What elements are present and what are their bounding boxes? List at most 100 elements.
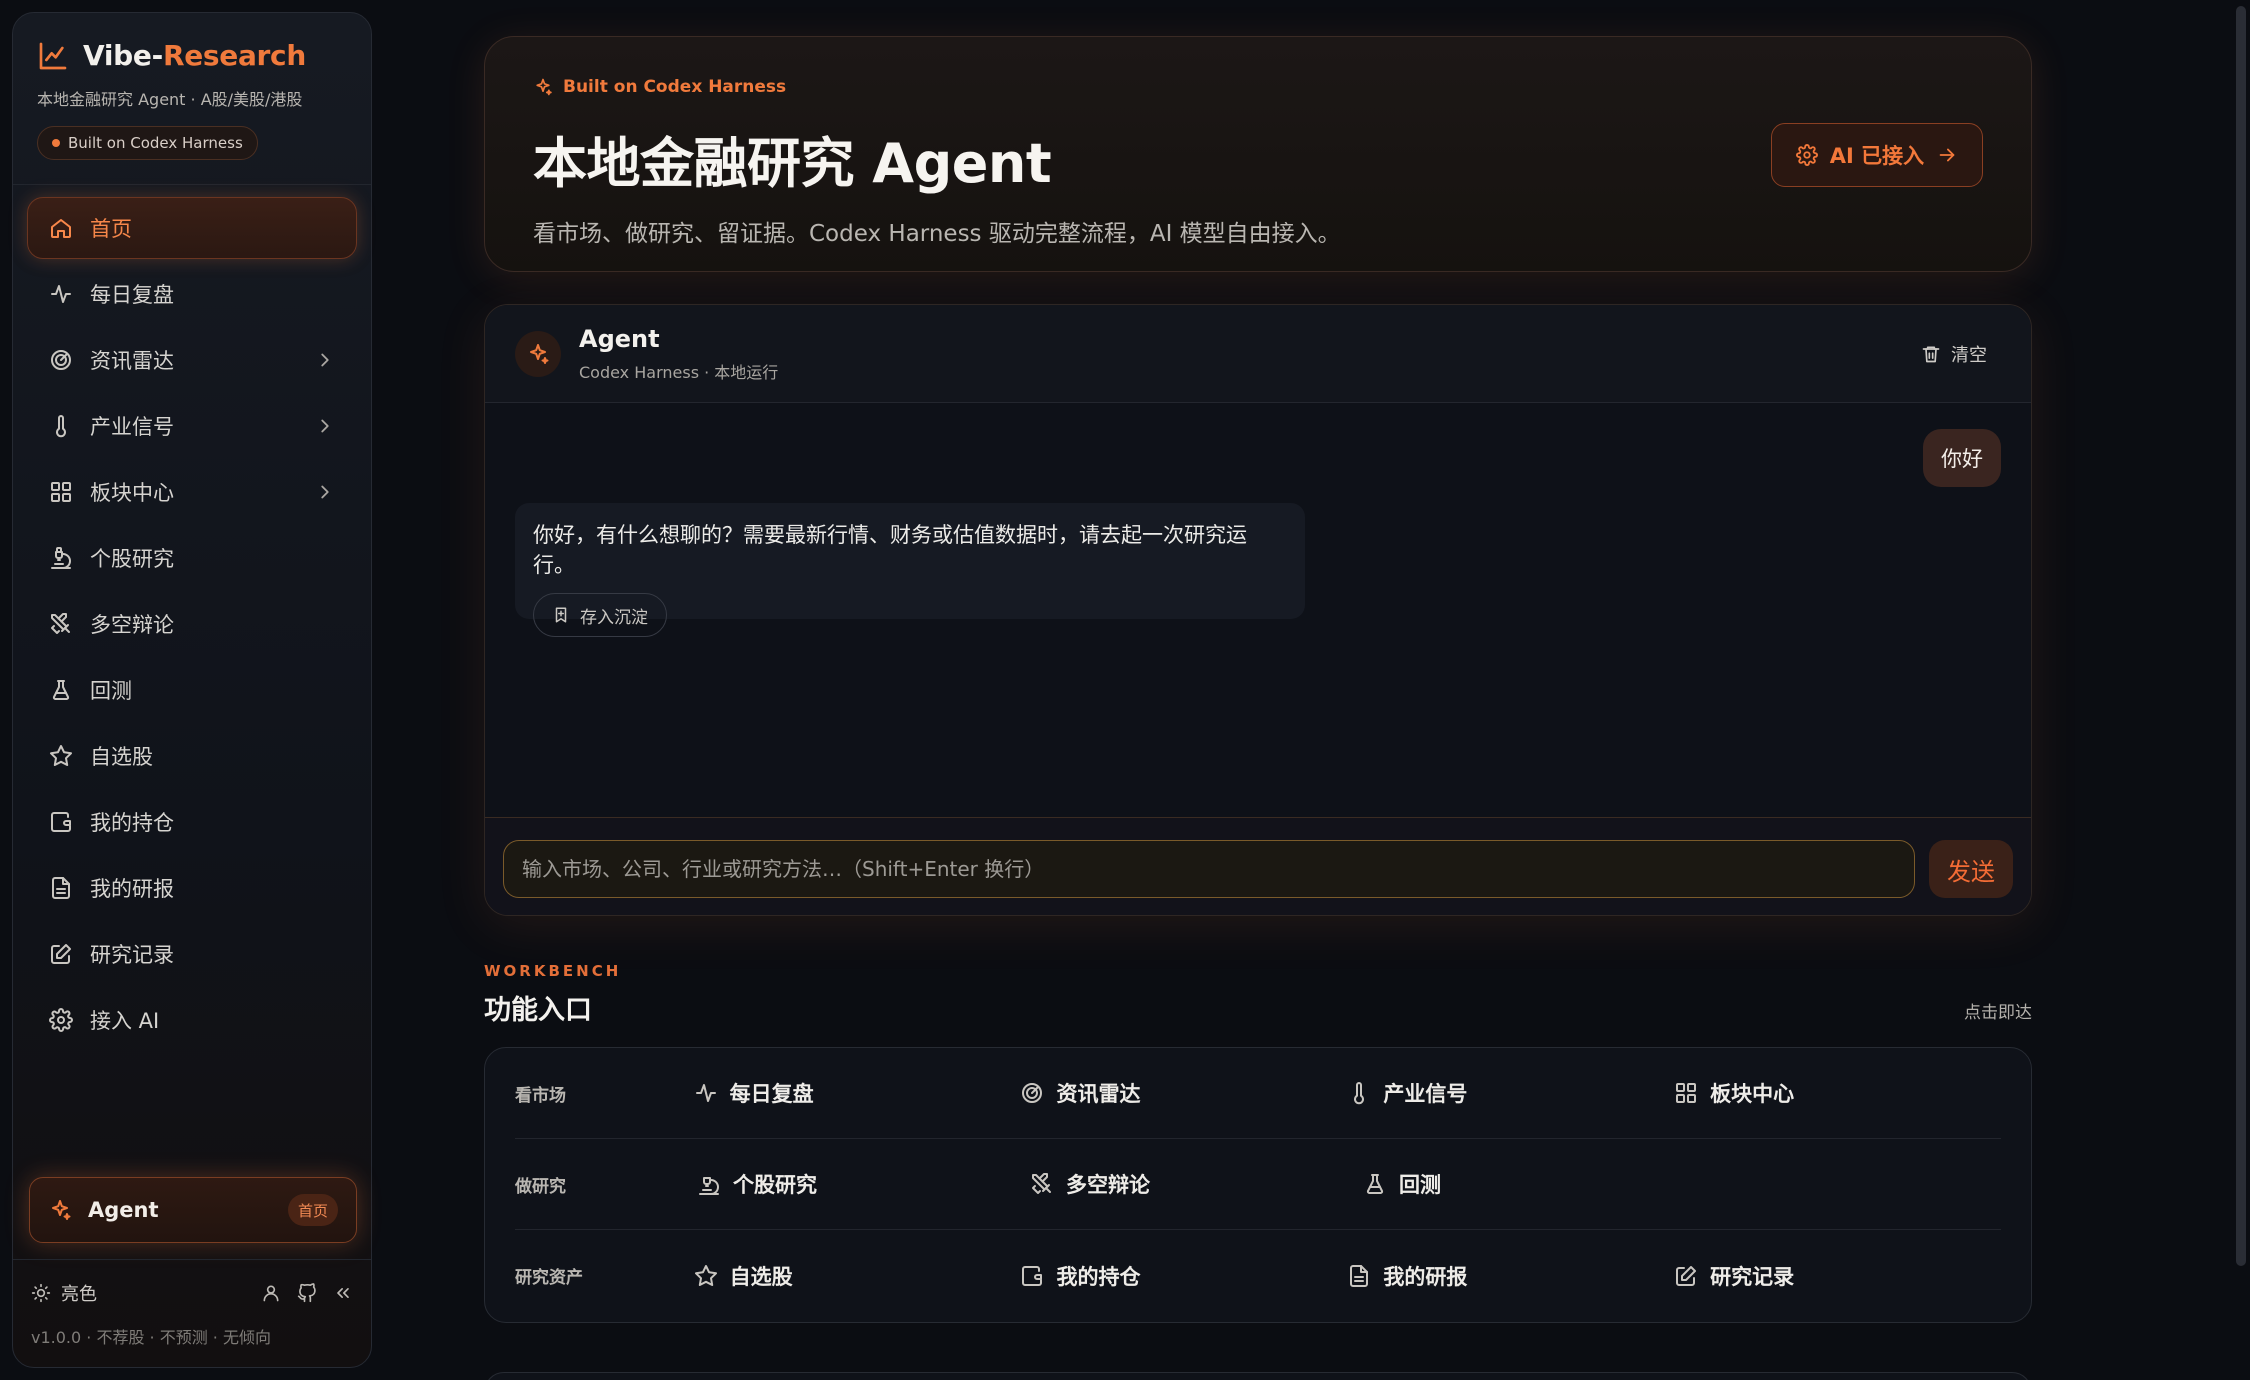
sidebar-item-daily-review[interactable]: 每日复盘 [27,263,357,325]
sparkle-icon [52,1200,71,1220]
sidebar-item-stock-research[interactable]: 个股研究 [27,527,357,589]
sidebar-item-industry-signal[interactable]: 产业信号 [27,395,357,457]
sidebar-footer: 亮色 v1.0.0 · 不荐股 · 不预测 · 无倾向 [13,1259,371,1348]
swords-icon [1032,1173,1051,1194]
microscope-icon [699,1177,719,1195]
gear-icon [1795,144,1818,166]
sidebar-item-watchlist[interactable]: 自选股 [27,725,357,787]
sidebar-item-news-radar[interactable]: 资讯雷达 [27,329,357,391]
send-button[interactable]: 发送 [1929,840,2013,898]
workbench-item-backtest[interactable]: 回测 [1363,1169,1696,1199]
hero-subtitle: 看市场、做研究、留证据。Codex Harness 驱动完整流程，AI 模型自由… [533,221,1341,247]
app-root: Vibe-Research 本地金融研究 Agent · A股/美股/港股 Bu… [0,0,2250,1380]
workbench-row-research: 做研究 个股研究 多空辩论 回测 [515,1139,2001,1230]
sidebar-item-home[interactable]: 首页 [27,197,357,259]
chat-title: Agent [579,324,660,353]
sidebar-item-label: 自选股 [90,745,153,769]
scrollbar-thumb[interactable] [2236,6,2246,1266]
harness-badge: Built on Codex Harness [37,126,258,160]
workbench-row-assets: 研究资产 自选股 我的持仓 我的研报 研究记录 [515,1230,2001,1321]
sparkle-icon [530,343,549,364]
sidebar-item-backtest[interactable]: 回测 [27,659,357,721]
microscope-icon [48,545,74,571]
collapse-icon[interactable] [333,1283,353,1303]
sidebar-item-my-reports[interactable]: 我的研报 [27,857,357,919]
file-icon [1350,1264,1369,1287]
workbench-item-research-log[interactable]: 研究记录 [1674,1261,2001,1291]
save-to-notes-button[interactable]: 存入沉淀 [533,593,667,637]
sidebar-item-label: 板块中心 [90,481,174,505]
sidebar-item-label: 个股研究 [90,547,174,571]
chevron-right-icon [314,481,336,503]
page-title: 本地金融研究 Agent [533,132,1052,195]
workbench-card: 看市场 每日复盘 资讯雷达 产业信号 板块中心 做研究 个股研究 多空辩论 回测… [484,1047,2032,1323]
sidebar-item-label: 多空辩论 [90,613,174,637]
thermometer-icon [1354,1082,1365,1105]
trash-icon [1922,346,1940,362]
edit-icon [1676,1265,1697,1286]
hero-badge: Built on Codex Harness [533,77,1983,97]
agent-button-tag: 首页 [287,1194,338,1226]
wallet-icon [1022,1265,1043,1286]
sidebar-item-label: 每日复盘 [90,283,174,307]
home-icon [48,215,74,241]
workbench-label: WORKBENCH [484,962,622,980]
workbench-item-industry-signal[interactable]: 产业信号 [1347,1078,1674,1108]
ai-connected-label: AI 已接入 [1829,144,1925,168]
sidebar-item-holdings[interactable]: 我的持仓 [27,791,357,853]
sidebar-item-research-log[interactable]: 研究记录 [27,923,357,985]
scrollbar-track[interactable] [2232,0,2250,1380]
sidebar-item-label: 回测 [90,679,132,703]
ai-connected-button[interactable]: AI 已接入 [1771,123,1983,187]
sidebar-item-bull-bear-debate[interactable]: 多空辩论 [27,593,357,655]
edit-icon [48,941,74,967]
workbench-item-bull-bear-debate[interactable]: 多空辩论 [1030,1169,1363,1199]
user-icon[interactable] [261,1283,281,1303]
workbench-row-market: 看市场 每日复盘 资讯雷达 产业信号 板块中心 [515,1048,2001,1139]
workbench-item-sector-center[interactable]: 板块中心 [1674,1078,2001,1108]
main-content: Built on Codex Harness 本地金融研究 Agent 看市场、… [484,36,2032,1323]
arrow-right-icon [1939,148,1955,162]
sidebar-item-label: 研究记录 [90,943,174,967]
workbench-item-daily-review[interactable]: 每日复盘 [694,1078,1021,1108]
next-section-card [484,1372,2032,1380]
radar-icon [1022,1083,1043,1103]
workbench-category: 看市场 [515,1085,566,1106]
workbench-category: 研究资产 [515,1268,583,1288]
agent-avatar [515,330,561,377]
grid-icon [48,479,74,505]
clear-chat-button[interactable]: 清空 [1921,341,1987,367]
sidebar-item-label: 首页 [90,217,132,241]
star-icon [694,1264,717,1286]
brand-title[interactable]: Vibe-Research [83,39,306,72]
agent-button[interactable]: Agent 首页 [29,1177,357,1243]
chart-line-icon [39,42,67,69]
agent-message: 你好，有什么想聊的？需要最新行情、财务或估值数据时，请去起一次研究运行。 存入沉… [515,503,1305,637]
workbench-item-stock-research[interactable]: 个股研究 [697,1169,1030,1199]
bookmark-icon [555,607,567,623]
workbench-item-my-reports[interactable]: 我的研报 [1347,1261,1674,1291]
chevron-right-icon [314,349,336,371]
flask-icon [1366,1174,1384,1194]
star-icon [48,743,74,769]
radar-icon [48,347,74,373]
swords-icon [48,611,74,637]
file-icon [48,875,74,901]
thermometer-icon [48,413,74,439]
workbench-item-holdings[interactable]: 我的持仓 [1020,1261,1347,1291]
workbench-item-watchlist[interactable]: 自选股 [694,1261,1021,1291]
sidebar-item-connect-ai[interactable]: 接入 AI [27,989,357,1051]
sidebar-item-label: 接入 AI [90,1009,160,1033]
sparkle-icon [536,78,552,96]
hero-card: Built on Codex Harness 本地金融研究 Agent 看市场、… [484,36,2032,272]
theme-toggle[interactable]: 亮色 [31,1280,97,1306]
sidebar-item-sector-center[interactable]: 板块中心 [27,461,357,523]
sidebar-item-label: 我的持仓 [90,811,174,835]
workbench-item-news-radar[interactable]: 资讯雷达 [1020,1078,1347,1108]
sidebar-nav: 首页 每日复盘 资讯雷达 产业信号 板块中心 个股研究 多空辩论 回测 自选股 … [13,185,371,1051]
brand: Vibe-Research 本地金融研究 Agent · A股/美股/港股 Bu… [13,13,371,185]
chat-input[interactable] [503,840,1915,898]
agent-button-label: Agent [88,1198,159,1222]
sun-icon [31,1283,51,1303]
github-icon[interactable] [297,1283,317,1303]
